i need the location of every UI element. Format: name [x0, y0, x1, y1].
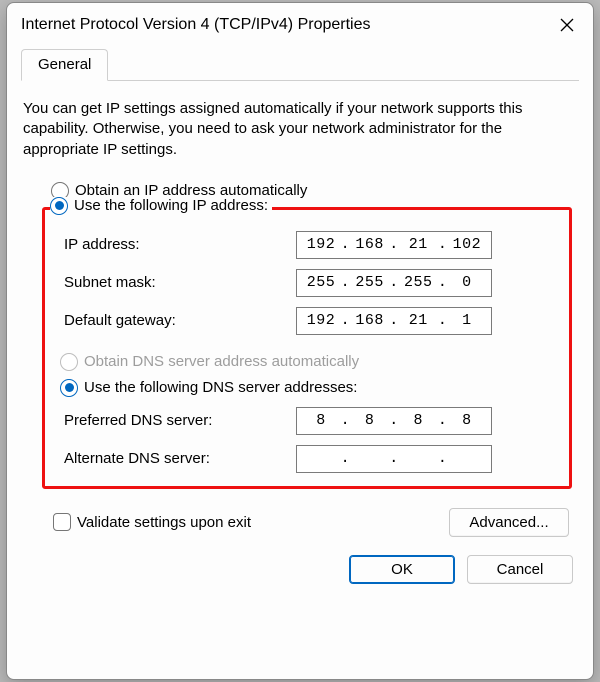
- advanced-button[interactable]: Advanced...: [449, 508, 569, 537]
- preferred-dns-input[interactable]: 8. 8. 8. 8: [296, 407, 492, 435]
- window-title: Internet Protocol Version 4 (TCP/IPv4) P…: [21, 16, 547, 34]
- radio-icon: [60, 379, 78, 397]
- description-text: You can get IP settings assigned automat…: [23, 99, 577, 160]
- close-icon: [560, 18, 574, 32]
- subnet-mask-input[interactable]: 255. 255. 255. 0: [296, 269, 492, 297]
- radio-dns-auto: Obtain DNS server address automatically: [60, 353, 554, 371]
- radio-icon: [60, 353, 78, 371]
- validate-checkbox[interactable]: [53, 513, 71, 531]
- alternate-dns-input[interactable]: . . .: [296, 445, 492, 473]
- ok-button[interactable]: OK: [349, 555, 455, 584]
- radio-ip-manual-label: Use the following IP address:: [74, 197, 268, 214]
- preferred-dns-label: Preferred DNS server:: [60, 412, 296, 429]
- dialog-window: Internet Protocol Version 4 (TCP/IPv4) P…: [6, 2, 594, 680]
- validate-label: Validate settings upon exit: [77, 514, 251, 531]
- radio-dns-auto-label: Obtain DNS server address automatically: [84, 353, 359, 370]
- close-button[interactable]: [547, 11, 587, 39]
- default-gateway-label: Default gateway:: [60, 312, 296, 329]
- radio-dns-manual[interactable]: Use the following DNS server addresses:: [60, 379, 554, 397]
- cancel-button[interactable]: Cancel: [467, 555, 573, 584]
- radio-icon: [50, 197, 68, 215]
- ip-fieldset: Use the following IP address: IP address…: [43, 208, 571, 488]
- tabstrip: General: [21, 49, 579, 81]
- ip-address-label: IP address:: [60, 236, 296, 253]
- tab-general[interactable]: General: [21, 49, 108, 81]
- subnet-mask-label: Subnet mask:: [60, 274, 296, 291]
- radio-ip-manual[interactable]: Use the following IP address:: [50, 197, 272, 215]
- radio-dns-manual-label: Use the following DNS server addresses:: [84, 379, 357, 396]
- ip-address-input[interactable]: 192. 168. 21. 102: [296, 231, 492, 259]
- titlebar: Internet Protocol Version 4 (TCP/IPv4) P…: [7, 3, 593, 47]
- alternate-dns-label: Alternate DNS server:: [60, 450, 296, 467]
- default-gateway-input[interactable]: 192. 168. 21. 1: [296, 307, 492, 335]
